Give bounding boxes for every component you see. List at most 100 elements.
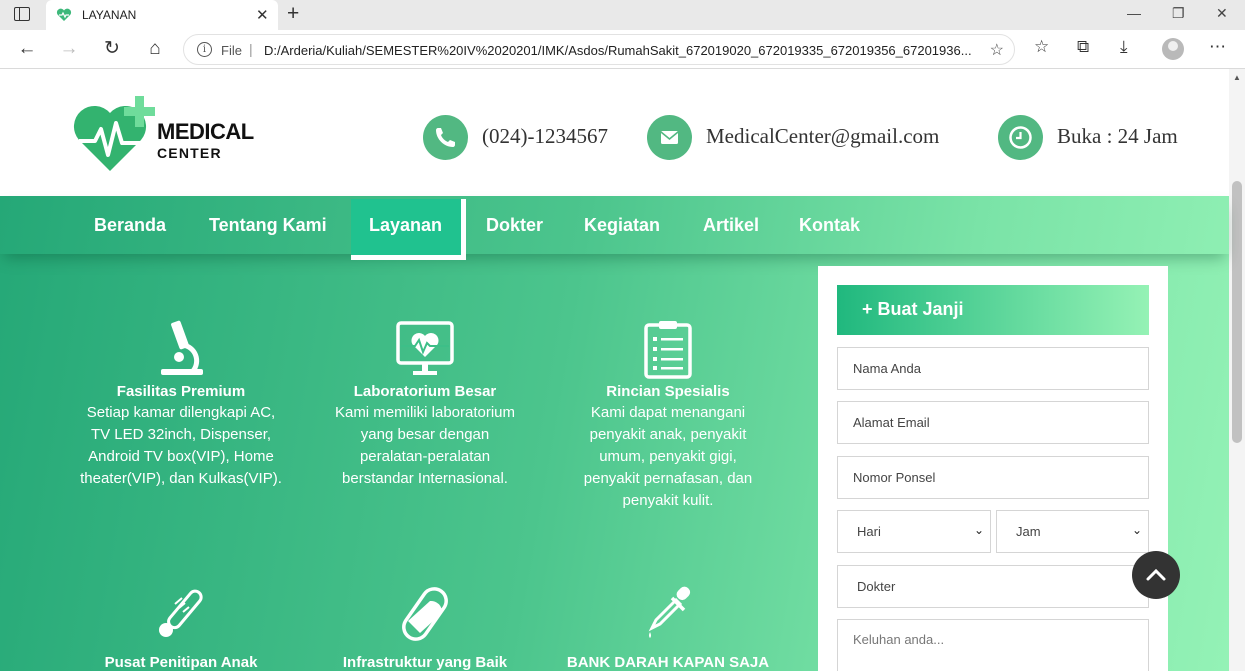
new-tab-icon[interactable]: + — [287, 2, 299, 26]
feature-fasilitas-premium: Fasilitas Premium Setiap kamar dilengkap… — [61, 319, 301, 490]
day-select-value: Hari — [857, 524, 881, 539]
feature-title: Pusat Penitipan Anak — [104, 654, 258, 671]
close-tab-icon[interactable]: ✕ — [256, 6, 269, 24]
info-icon[interactable]: i — [197, 42, 212, 57]
url-separator: | — [249, 41, 253, 57]
time-select-value: Jam — [1016, 524, 1041, 539]
description-line: Android TV box(VIP), Home — [88, 448, 274, 465]
description-line: berstandar Internasional. — [342, 470, 508, 487]
tab-title: LAYANAN — [82, 8, 137, 22]
time-select[interactable]: Jam ⌄ — [996, 510, 1149, 553]
reload-icon[interactable]: ↻ — [102, 38, 122, 60]
doctor-field[interactable]: Dokter — [837, 565, 1149, 608]
logo-heart-icon — [73, 96, 155, 171]
tab-actions-icon[interactable] — [14, 7, 30, 21]
chevron-up-icon — [1146, 568, 1166, 581]
feature-title: Rincian Spesialis — [606, 383, 730, 400]
back-icon[interactable]: ← — [17, 38, 37, 60]
description-line: yang besar dengan — [360, 426, 490, 443]
day-select[interactable]: Hari ⌄ — [837, 510, 991, 553]
browser-tab[interactable]: LAYANAN ✕ — [46, 0, 278, 30]
favicon-heart-icon — [56, 8, 72, 21]
nav-layanan[interactable]: Layanan — [369, 215, 442, 236]
main-navbar: Beranda Tentang Kami Layanan Dokter Kegi… — [0, 196, 1229, 260]
restore-icon[interactable]: ❐ — [1172, 5, 1185, 22]
more-menu-icon[interactable]: ⋯ — [1209, 37, 1226, 57]
envelope-icon — [647, 115, 692, 160]
email-field[interactable]: Alamat Email — [837, 401, 1149, 444]
feature-description: Kami memiliki laboratorium yang besar de… — [305, 402, 545, 490]
complaint-placeholder: Keluhan anda... — [853, 632, 945, 647]
nav-artikel[interactable]: Artikel — [703, 215, 759, 236]
browser-window: LAYANAN ✕ + — ❐ ✕ ← → ↻ ⌂ i File | D:/Ar… — [0, 0, 1245, 671]
pill-icon — [402, 587, 448, 641]
clock-icon — [998, 115, 1043, 160]
feature-title: Laboratorium Besar — [353, 383, 497, 400]
scrollbar-thumb[interactable] — [1232, 181, 1242, 443]
medical-center-logo[interactable]: MEDICAL CENTER — [73, 93, 254, 173]
feature-title: BANK DARAH KAPAN SAJA — [566, 654, 770, 671]
monitor-heartbeat-icon — [396, 321, 454, 375]
nav-dokter[interactable]: Dokter — [486, 215, 543, 236]
name-field[interactable]: Nama Anda — [837, 347, 1149, 390]
add-favorite-icon[interactable]: ☆ — [990, 40, 1004, 60]
nav-beranda[interactable]: Beranda — [94, 215, 166, 236]
complaint-textarea[interactable]: Keluhan anda... — [837, 619, 1149, 671]
tab-bar: LAYANAN ✕ + — ❐ ✕ — [0, 0, 1245, 30]
forward-icon[interactable]: → — [59, 38, 79, 60]
phone-icon — [423, 115, 468, 160]
feature-rincian-spesialis: Rincian Spesialis Kami dapat menangani p… — [548, 319, 788, 512]
url-input[interactable]: i File | D:/Arderia/Kuliah/SEMESTER%20IV… — [183, 34, 1015, 65]
phone-placeholder: Nomor Ponsel — [853, 470, 936, 485]
opening-hours: Buka : 24 Jam — [1057, 124, 1178, 148]
description-line: Setiap kamar dilengkapi AC, — [86, 404, 276, 421]
chevron-down-icon: ⌄ — [973, 523, 984, 537]
phone-number: (024)-1234567 — [482, 124, 608, 148]
minimize-icon[interactable]: — — [1127, 5, 1141, 21]
clipboard-icon — [644, 321, 692, 379]
downloads-icon[interactable]: ⤓ — [1120, 37, 1128, 57]
thermometer-icon — [159, 589, 203, 637]
nav-kontak[interactable]: Kontak — [799, 215, 860, 236]
description-line: penyakit anak, penyakit — [589, 426, 747, 443]
description-line: Kami memiliki laboratorium — [334, 404, 516, 421]
back-to-top-button[interactable] — [1132, 551, 1180, 599]
logo-text-medical: MEDICAL — [157, 119, 254, 144]
feature-title: Fasilitas Premium — [116, 383, 246, 400]
logo-text-center: CENTER — [157, 145, 222, 161]
email-address: MedicalCenter@gmail.com — [706, 124, 940, 148]
description-line: umum, penyakit gigi, — [599, 448, 737, 465]
nav-tentang-kami[interactable]: Tentang Kami — [209, 215, 327, 236]
page-scrollbar[interactable]: ▲ — [1229, 69, 1245, 671]
nav-kegiatan[interactable]: Kegiatan — [584, 215, 660, 236]
appointment-form: + Buat Janji Nama Anda Alamat Email Nomo… — [818, 266, 1168, 671]
file-label: File — [221, 43, 242, 58]
feature-bank-darah: BANK DARAH KAPAN SAJA — [548, 584, 788, 671]
url-text: D:/Arderia/Kuliah/SEMESTER%20IV%2020201/… — [264, 43, 972, 58]
feature-title: Infrastruktur yang Baik — [342, 654, 508, 671]
feature-description: Setiap kamar dilengkapi AC, TV LED 32inc… — [61, 402, 301, 490]
form-header: + Buat Janji — [837, 285, 1149, 335]
phone-field[interactable]: Nomor Ponsel — [837, 456, 1149, 499]
feature-laboratorium-besar: Laboratorium Besar Kami memiliki laborat… — [305, 319, 545, 490]
profile-avatar[interactable] — [1162, 38, 1184, 60]
description-line: penyakit kulit. — [622, 492, 714, 509]
description-line: TV LED 32inch, Dispenser, — [90, 426, 272, 443]
dropper-icon — [648, 586, 691, 638]
scroll-up-icon[interactable]: ▲ — [1233, 73, 1241, 82]
home-icon[interactable]: ⌂ — [145, 38, 165, 60]
chevron-down-icon: ⌄ — [1131, 523, 1142, 537]
description-line: theater(VIP), dan Kulkas(VIP). — [80, 470, 282, 487]
nav-layanan-active[interactable]: Layanan — [351, 199, 466, 260]
site-header: MEDICAL CENTER (024)-1234567 MedicalCent… — [0, 69, 1229, 196]
description-line: penyakit pernafasan, dan — [583, 470, 753, 487]
collections-icon[interactable]: ⧉ — [1077, 37, 1089, 57]
close-window-icon[interactable]: ✕ — [1216, 5, 1228, 22]
feature-infrastruktur: Infrastruktur yang Baik — [305, 584, 545, 671]
microscope-icon — [161, 320, 203, 375]
feature-description: Kami dapat menangani penyakit anak, peny… — [548, 402, 788, 512]
name-placeholder: Nama Anda — [853, 361, 921, 376]
description-line: Kami dapat menangani — [590, 404, 746, 421]
form-title: + Buat Janji — [862, 299, 964, 319]
favorites-icon[interactable]: ☆ — [1034, 37, 1049, 57]
